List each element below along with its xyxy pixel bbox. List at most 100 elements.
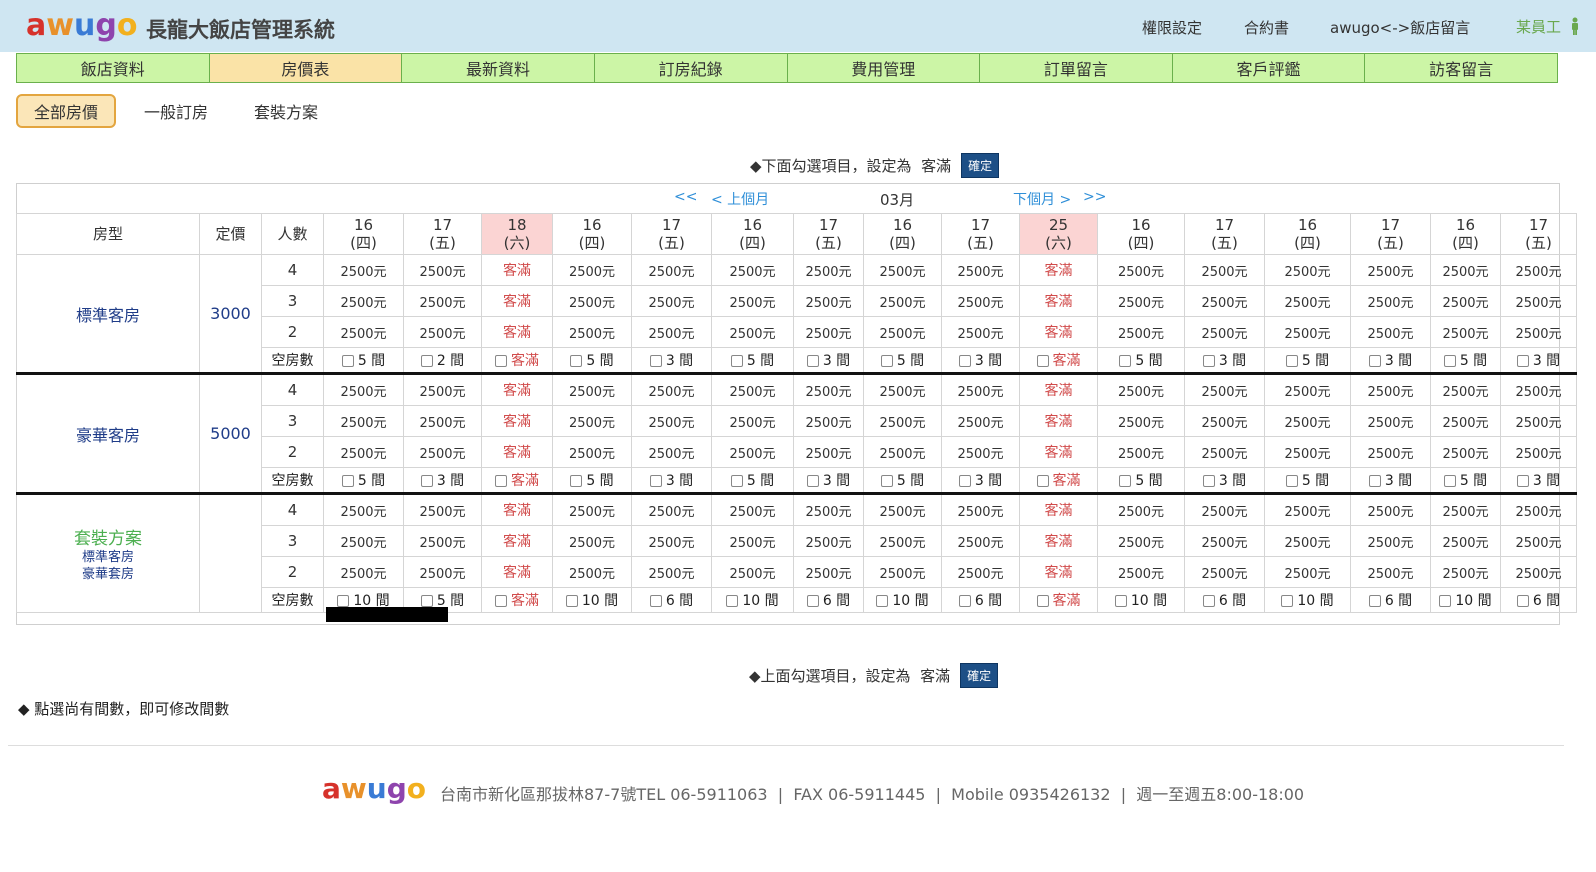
- full-status[interactable]: 客滿: [1019, 316, 1098, 348]
- rate-cell[interactable]: 2500元: [1350, 556, 1431, 588]
- rate-cell[interactable]: 2500元: [403, 285, 482, 317]
- vacancy-count[interactable]: 5 間: [586, 353, 613, 369]
- vacancy-checkbox[interactable]: [958, 355, 971, 367]
- vacancy-cell[interactable]: 3 間: [793, 467, 864, 494]
- vacancy-count[interactable]: 5 間: [358, 353, 385, 369]
- rate-cell[interactable]: 2500元: [863, 316, 942, 348]
- rate-cell[interactable]: 2500元: [1264, 316, 1351, 348]
- vacancy-cell[interactable]: 客滿: [1019, 467, 1098, 494]
- rate-cell[interactable]: 2500元: [403, 254, 482, 286]
- nav-booking-records[interactable]: 訂房紀錄: [594, 54, 788, 82]
- rate-cell[interactable]: 2500元: [1184, 436, 1265, 468]
- tab-package-plan[interactable]: 套裝方案: [240, 94, 332, 128]
- prev-prev-month[interactable]: <<: [674, 189, 697, 205]
- vacancy-checkbox[interactable]: [958, 475, 971, 487]
- rate-cell[interactable]: 2500元: [793, 372, 864, 406]
- rate-cell[interactable]: 2500元: [403, 372, 482, 406]
- rate-cell[interactable]: 2500元: [403, 525, 482, 557]
- rate-cell[interactable]: 2500元: [1350, 285, 1431, 317]
- vacancy-checkbox[interactable]: [1119, 355, 1132, 367]
- rate-cell[interactable]: 2500元: [1350, 405, 1431, 437]
- rate-cell[interactable]: 2500元: [1097, 405, 1185, 437]
- vacancy-cell[interactable]: 5 間: [1097, 467, 1185, 494]
- vacancy-cell[interactable]: 5 間: [863, 467, 942, 494]
- rate-cell[interactable]: 2500元: [1500, 285, 1577, 317]
- vacancy-cell[interactable]: 6 間: [631, 587, 712, 613]
- vacancy-count[interactable]: 3 間: [823, 353, 850, 369]
- rate-cell[interactable]: 2500元: [323, 436, 404, 468]
- vacancy-checkbox[interactable]: [1516, 595, 1529, 607]
- rate-cell[interactable]: 2500元: [1097, 285, 1185, 317]
- rate-cell[interactable]: 2500元: [631, 316, 712, 348]
- vacancy-checkbox[interactable]: [726, 595, 739, 607]
- vacancy-count[interactable]: 5 間: [586, 473, 613, 489]
- vacancy-cell[interactable]: 3 間: [1350, 467, 1431, 494]
- full-status[interactable]: 客滿: [1019, 492, 1098, 526]
- vacancy-count[interactable]: 客滿: [511, 353, 539, 369]
- rate-cell[interactable]: 2500元: [941, 316, 1020, 348]
- rate-cell[interactable]: 2500元: [1500, 525, 1577, 557]
- rate-cell[interactable]: 2500元: [941, 556, 1020, 588]
- vacancy-checkbox[interactable]: [1202, 475, 1215, 487]
- vacancy-count[interactable]: 3 間: [1219, 473, 1246, 489]
- vacancy-checkbox[interactable]: [495, 355, 507, 367]
- vacancy-count[interactable]: 5 間: [747, 353, 774, 369]
- rate-cell[interactable]: 2500元: [863, 405, 942, 437]
- vacancy-cell[interactable]: 10 間: [1264, 587, 1351, 613]
- rate-cell[interactable]: 2500元: [1184, 492, 1265, 526]
- vacancy-cell[interactable]: 3 間: [1500, 347, 1577, 374]
- rate-cell[interactable]: 2500元: [793, 525, 864, 557]
- vacancy-count[interactable]: 3 間: [823, 473, 850, 489]
- rate-cell[interactable]: 2500元: [793, 492, 864, 526]
- vacancy-cell[interactable]: 10 間: [711, 587, 794, 613]
- vacancy-checkbox[interactable]: [1285, 355, 1298, 367]
- vacancy-checkbox[interactable]: [565, 595, 578, 607]
- rate-cell[interactable]: 2500元: [1097, 492, 1185, 526]
- vacancy-cell[interactable]: 客滿: [1019, 347, 1098, 374]
- vacancy-checkbox[interactable]: [341, 355, 354, 367]
- rate-cell[interactable]: 2500元: [403, 405, 482, 437]
- rate-cell[interactable]: 2500元: [1264, 436, 1351, 468]
- vacancy-checkbox[interactable]: [649, 355, 662, 367]
- vacancy-checkbox[interactable]: [337, 595, 350, 607]
- vacancy-count[interactable]: 10 間: [1455, 593, 1491, 609]
- rate-cell[interactable]: 2500元: [1350, 372, 1431, 406]
- rate-cell[interactable]: 2500元: [403, 492, 482, 526]
- vacancy-checkbox[interactable]: [1368, 355, 1381, 367]
- vacancy-count[interactable]: 10 間: [1131, 593, 1167, 609]
- vacancy-checkbox[interactable]: [1036, 475, 1049, 487]
- rate-cell[interactable]: 2500元: [1500, 556, 1577, 588]
- vacancy-cell[interactable]: 客滿: [481, 347, 553, 374]
- vacancy-checkbox[interactable]: [1202, 355, 1215, 367]
- rate-cell[interactable]: 2500元: [1350, 525, 1431, 557]
- vacancy-checkbox[interactable]: [806, 595, 819, 607]
- rate-cell[interactable]: 2500元: [631, 556, 712, 588]
- rate-cell[interactable]: 2500元: [1430, 405, 1501, 437]
- rate-cell[interactable]: 2500元: [1430, 316, 1501, 348]
- vacancy-cell[interactable]: 6 間: [793, 587, 864, 613]
- full-status[interactable]: 客滿: [481, 436, 553, 468]
- vacancy-cell[interactable]: 3 間: [1350, 347, 1431, 374]
- nav-fee-management[interactable]: 費用管理: [787, 54, 981, 82]
- vacancy-checkbox[interactable]: [1202, 595, 1215, 607]
- full-status[interactable]: 客滿: [481, 556, 553, 588]
- vacancy-cell[interactable]: 客滿: [1019, 587, 1098, 613]
- rate-cell[interactable]: 2500元: [941, 372, 1020, 406]
- vacancy-cell[interactable]: 3 間: [631, 347, 712, 374]
- rate-cell[interactable]: 2500元: [323, 405, 404, 437]
- vacancy-checkbox[interactable]: [1114, 595, 1127, 607]
- vacancy-cell[interactable]: 6 間: [1184, 587, 1265, 613]
- vacancy-count[interactable]: 10 間: [892, 593, 928, 609]
- full-status[interactable]: 客滿: [481, 285, 553, 317]
- tab-all-rates[interactable]: 全部房價: [16, 94, 116, 128]
- vacancy-cell[interactable]: 5 間: [711, 467, 794, 494]
- vacancy-checkbox[interactable]: [420, 355, 433, 367]
- rate-cell[interactable]: 2500元: [1500, 436, 1577, 468]
- rate-cell[interactable]: 2500元: [323, 316, 404, 348]
- vacancy-count[interactable]: 5 間: [897, 473, 924, 489]
- vacancy-count[interactable]: 3 間: [666, 353, 693, 369]
- rate-cell[interactable]: 2500元: [711, 316, 794, 348]
- vacancy-checkbox[interactable]: [495, 475, 507, 487]
- vacancy-checkbox[interactable]: [649, 595, 662, 607]
- vacancy-count[interactable]: 6 間: [1533, 593, 1560, 609]
